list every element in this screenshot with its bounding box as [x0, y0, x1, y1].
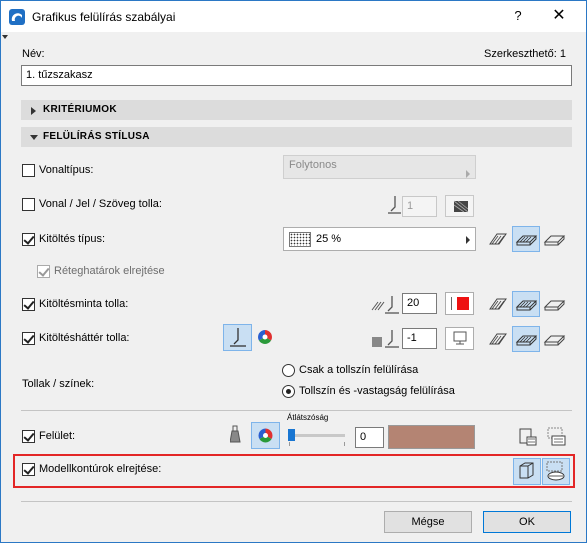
line-pen-checkbox[interactable]	[22, 198, 35, 211]
model-contours-cut-button[interactable]	[513, 458, 541, 485]
transparent-background-button[interactable]	[445, 327, 474, 350]
fill-pen-number[interactable]: 20	[402, 293, 437, 314]
style-section-title: FELÜLÍRÁS STÍLUSA	[43, 131, 150, 142]
criteria-section-header[interactable]: KRITÉRIUMOK	[21, 100, 572, 120]
color-wheel-icon[interactable]	[257, 329, 273, 345]
transparency-slider-thumb[interactable]	[288, 429, 295, 441]
surface-label: Felület:	[39, 430, 76, 442]
fill-bg-cover-button[interactable]	[512, 326, 540, 352]
window-title: Grafikus felülírás szabályai	[32, 10, 176, 24]
radio-pen-color-weight[interactable]	[282, 385, 295, 398]
fill-bg-cut-button[interactable]	[484, 326, 512, 352]
ok-button[interactable]: OK	[483, 511, 571, 533]
linetype-dropdown[interactable]: Folytonos	[283, 155, 476, 179]
name-label: Név:	[22, 48, 45, 60]
paint-bucket-icon	[230, 425, 242, 445]
transparency-slider-track[interactable]	[289, 434, 345, 437]
fill-pen-label: Kitöltésminta tolla:	[39, 298, 129, 310]
fill-pen-cut-button[interactable]	[484, 291, 512, 317]
collapse-arrow-icon	[30, 135, 38, 140]
line-pen-swatch-button[interactable]	[445, 195, 474, 217]
pens-colors-label: Tollak / színek:	[22, 378, 95, 390]
help-button[interactable]: ?	[506, 4, 530, 28]
collapse-marker-icon	[2, 35, 8, 39]
criteria-section-title: KRITÉRIUMOK	[43, 104, 117, 115]
pen-color-swatch	[457, 297, 469, 310]
background-pen-icon	[371, 329, 401, 349]
surface-color-swatch[interactable]	[388, 425, 475, 449]
dropdown-arrow-icon	[466, 170, 470, 178]
pen-mode-button[interactable]	[223, 324, 252, 351]
title-bar: Grafikus felülírás szabályai ? ✕	[1, 1, 586, 32]
fill-bg-surface-button[interactable]	[540, 326, 568, 352]
radio-pen-color-only-label: Csak a tollszín felülírása	[299, 364, 419, 376]
model-contours-3d-button[interactable]	[542, 458, 570, 485]
surface-3d-button[interactable]	[543, 423, 571, 451]
line-pen-number[interactable]: 1	[402, 196, 437, 217]
fill-bg-pen-label: Kitöltésháttér tolla:	[39, 332, 130, 344]
linetype-dropdown-value: Folytonos	[289, 159, 337, 171]
model-contours-label: Modellkontúrok elrejtése:	[39, 463, 162, 475]
slider-ticks	[289, 442, 345, 446]
style-section-header[interactable]: FELÜLÍRÁS STÍLUSA	[21, 127, 572, 147]
footer-separator	[21, 501, 572, 502]
surface-cut-button[interactable]	[514, 423, 542, 451]
line-pen-label: Vonal / Jel / Szöveg tolla:	[39, 198, 162, 210]
editable-count-label: Szerkeszthető: 1	[484, 48, 566, 60]
fill-type-dropdown-value: 25 %	[316, 233, 342, 245]
transparency-label: Átlátszóság	[287, 413, 329, 422]
pen-icon	[388, 195, 402, 215]
fill-pen-color-button[interactable]	[445, 292, 474, 315]
hide-layer-borders-label: Réteghatárok elrejtése	[54, 265, 165, 277]
hide-layer-borders-checkbox[interactable]	[37, 265, 50, 278]
fill-bg-pen-checkbox[interactable]	[22, 332, 35, 345]
dropdown-arrow-icon	[466, 236, 470, 244]
transparency-number[interactable]: 0	[355, 427, 384, 448]
fill-pen-cover-button[interactable]	[512, 291, 540, 317]
fill-pattern-icon	[289, 232, 311, 247]
fill-pen-surface-button[interactable]	[540, 291, 568, 317]
surface-checkbox[interactable]	[22, 430, 35, 443]
fill-mode-cover-button[interactable]	[512, 226, 540, 252]
close-button[interactable]: ✕	[547, 4, 571, 28]
fill-pen-checkbox[interactable]	[22, 298, 35, 311]
fill-bg-pen-number[interactable]: -1	[402, 328, 437, 349]
cancel-button[interactable]: Mégse	[384, 511, 472, 533]
fill-type-label: Kitöltés típus:	[39, 233, 106, 245]
expand-arrow-icon	[31, 107, 36, 115]
fill-mode-cut-button[interactable]	[484, 226, 512, 252]
color-divider	[451, 297, 452, 310]
separator	[21, 410, 572, 411]
model-contours-checkbox[interactable]	[22, 463, 35, 476]
linetype-checkbox[interactable]	[22, 164, 35, 177]
fill-mode-surface-button[interactable]	[540, 226, 568, 252]
surface-color-wheel-button[interactable]	[251, 422, 280, 449]
fill-type-dropdown[interactable]: 25 %	[283, 227, 476, 251]
app-logo-icon	[9, 9, 25, 25]
linetype-label: Vonaltípus:	[39, 164, 94, 176]
radio-pen-color-only[interactable]	[282, 364, 295, 377]
name-input[interactable]: 1. tűzszakasz	[21, 65, 572, 86]
radio-pen-color-weight-label: Tollszín és -vastagság felülírása	[299, 385, 455, 397]
fill-type-checkbox[interactable]	[22, 233, 35, 246]
hatch-pen-icon	[371, 295, 401, 315]
dialog-window: Grafikus felülírás szabályai ? ✕ Név: Sz…	[0, 0, 587, 543]
